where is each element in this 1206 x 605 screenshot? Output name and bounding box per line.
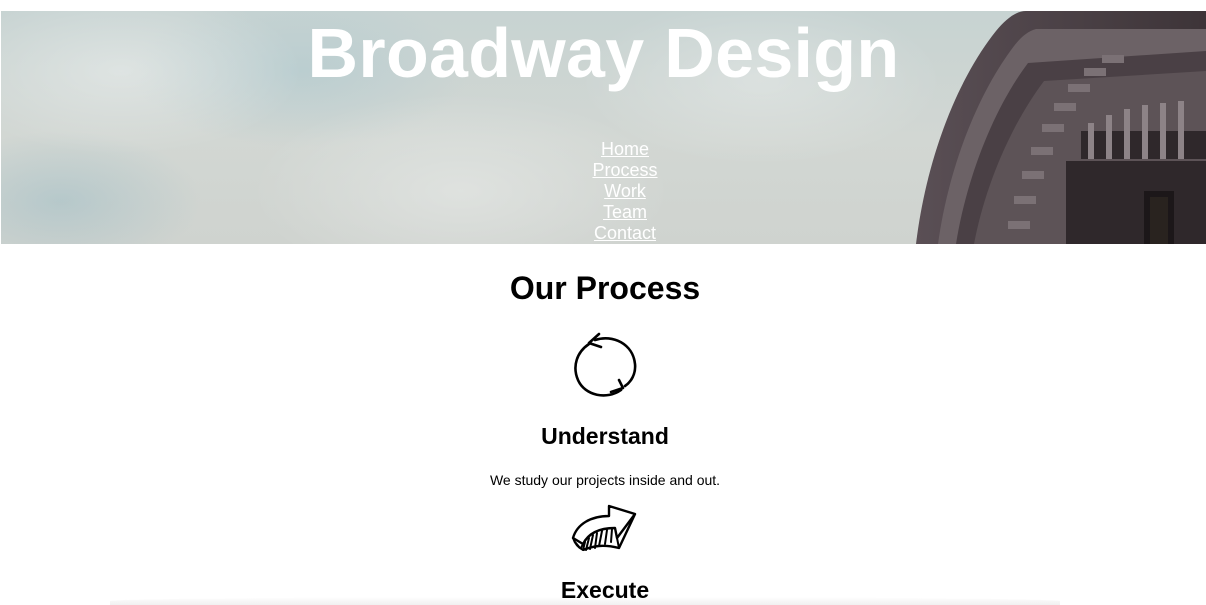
nav-item-home: Home	[592, 139, 657, 160]
nav-item-work: Work	[592, 181, 657, 202]
curved-arrow-icon	[571, 504, 637, 552]
nav-link-home[interactable]: Home	[601, 139, 649, 159]
main-nav: Home Process Work Team Contact	[592, 139, 657, 244]
footer-shadow	[110, 597, 1060, 605]
nav-link-contact[interactable]: Contact	[594, 223, 656, 243]
page: Broadway Design Home Process Work Team C…	[0, 0, 1206, 605]
nav-link-work[interactable]: Work	[604, 181, 646, 201]
nav-item-team: Team	[592, 202, 657, 223]
nav-link-process[interactable]: Process	[592, 160, 657, 180]
section-title: Our Process	[509, 270, 701, 306]
cycle-arrows-icon	[574, 332, 637, 397]
step-title-understand: Understand	[541, 423, 669, 449]
hero-banner: Broadway Design Home Process Work Team C…	[1, 11, 1206, 244]
nav-item-process: Process	[592, 160, 657, 181]
nav-item-contact: Contact	[592, 223, 657, 244]
nav-link-team[interactable]: Team	[603, 202, 647, 222]
step-description-understand: We study our projects inside and out.	[489, 472, 721, 488]
site-title: Broadway Design	[307, 14, 900, 92]
